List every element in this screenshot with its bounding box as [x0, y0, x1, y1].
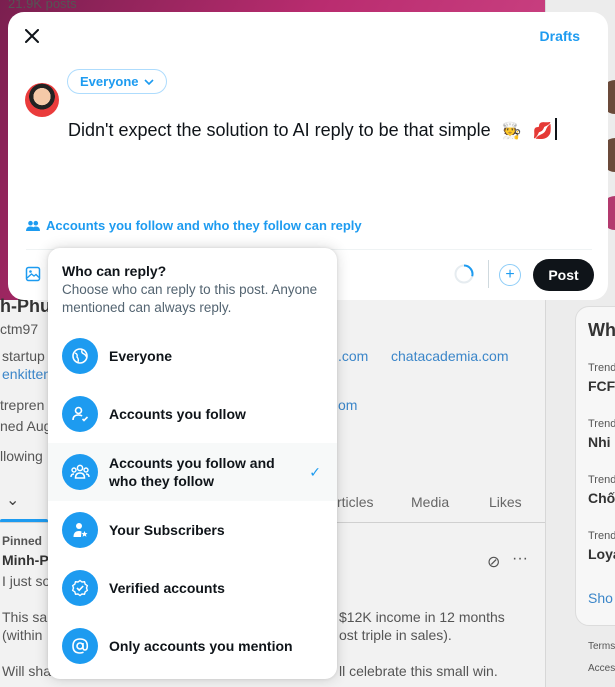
post-author[interactable]: Minh-P [2, 552, 49, 568]
image-icon[interactable] [25, 266, 41, 282]
audience-label: Everyone [80, 74, 139, 89]
chevron-down-icon [143, 78, 154, 85]
compose-text-content: Didn't expect the solution to AI reply t… [68, 120, 491, 140]
footer-accessibility[interactable]: Acces [588, 663, 615, 674]
reply-option-follow-and-their-follows[interactable]: Accounts you follow and who they follow … [48, 443, 337, 501]
reply-setting-label: Accounts you follow and who they follow … [46, 218, 362, 233]
compose-textarea[interactable]: Didn't expect the solution to AI reply t… [68, 118, 557, 141]
bio-link-2[interactable]: chatacademia.com [391, 348, 509, 364]
profile-bio: startup [2, 348, 45, 364]
people-icon [62, 454, 98, 490]
option-label: Verified accounts [109, 580, 225, 596]
close-button[interactable] [20, 24, 44, 48]
avatar[interactable] [25, 83, 59, 117]
option-label: Accounts you follow and who they follow [109, 455, 275, 489]
checkmark-icon: ✓ [309, 463, 321, 480]
option-label: Accounts you follow [109, 406, 246, 422]
trend-label: Trend [588, 530, 615, 542]
trends-heading: Wh [588, 320, 615, 340]
grok-icon[interactable]: ⊘ [487, 552, 500, 572]
tab-chevron-icon[interactable]: ⌄ [6, 490, 19, 510]
profile-handle: ctm97 [0, 321, 39, 337]
bio-link-1[interactable]: .com [338, 348, 368, 364]
trend-label: Trend [588, 362, 615, 374]
globe-icon [62, 338, 98, 374]
option-label: Your Subscribers [109, 522, 225, 538]
people-icon [26, 220, 40, 231]
audience-selector[interactable]: Everyone [67, 69, 167, 94]
person-check-icon [62, 396, 98, 432]
show-more-link[interactable]: Sho [588, 590, 613, 606]
character-progress-ring [454, 264, 474, 284]
trends-panel [575, 306, 615, 626]
post-line-2b: $12K income in 12 months [339, 609, 505, 625]
trend-label: Trend [588, 474, 615, 486]
post-line-4: Will sha [2, 663, 52, 679]
trend-label: Trend [588, 418, 615, 430]
profile-bio-2: trepren [0, 397, 45, 413]
post-button[interactable]: Post [533, 259, 594, 291]
reply-option-accounts-you-follow[interactable]: Accounts you follow [48, 385, 337, 443]
joined-date: ned Aug [0, 418, 52, 434]
post-line-2: This sal [2, 609, 51, 625]
following-count[interactable]: llowing [0, 448, 43, 464]
post-count: 21.9K posts [8, 0, 77, 11]
more-icon[interactable]: ··· [512, 550, 528, 568]
verified-badge-icon [62, 570, 98, 606]
chef-emoji: 🧑‍🍳 [501, 123, 522, 140]
reply-option-subscribers[interactable]: Your Subscribers [48, 501, 337, 559]
post-line-3: (within [2, 627, 43, 643]
tab-likes[interactable]: Likes [489, 494, 522, 510]
post-line-4b: ll celebrate this small win. [339, 663, 498, 679]
drafts-button[interactable]: Drafts [540, 28, 580, 44]
trend-value[interactable]: Chố [588, 490, 615, 506]
pinned-label: Pinned [2, 534, 43, 548]
person-star-icon [62, 512, 98, 548]
post-line-1: I just so [2, 573, 51, 589]
bio-link-4[interactable]: om [338, 397, 357, 413]
at-sign-icon [62, 628, 98, 664]
menu-title: Who can reply? [62, 263, 167, 279]
footer-terms[interactable]: Terms [588, 641, 615, 652]
add-post-button[interactable]: + [499, 264, 521, 286]
toolbar-separator [488, 260, 489, 288]
close-icon [25, 29, 39, 43]
lips-emoji: 💋 [532, 123, 553, 140]
who-can-reply-menu: Who can reply? Choose who can reply to t… [48, 248, 337, 679]
tab-media[interactable]: Media [411, 494, 449, 510]
reply-option-everyone[interactable]: Everyone [48, 327, 337, 385]
text-caret [554, 118, 557, 140]
reply-setting-button[interactable]: Accounts you follow and who they follow … [26, 218, 362, 233]
bio-link-3[interactable]: enkitten [2, 366, 51, 382]
option-label: Everyone [109, 348, 173, 364]
option-label: Only accounts you mention [109, 638, 293, 654]
tab-articles[interactable]: rticles [337, 494, 374, 510]
menu-subtitle: Choose who can reply to this post. Anyon… [62, 282, 318, 315]
trend-value[interactable]: Nhi [588, 434, 611, 450]
trend-value[interactable]: FCF [588, 378, 615, 394]
post-line-3b: ost triple in sales). [339, 627, 452, 643]
reply-option-mentioned-only[interactable]: Only accounts you mention [48, 617, 337, 675]
reply-option-verified[interactable]: Verified accounts [48, 559, 337, 617]
trend-value[interactable]: Loya [588, 546, 615, 562]
